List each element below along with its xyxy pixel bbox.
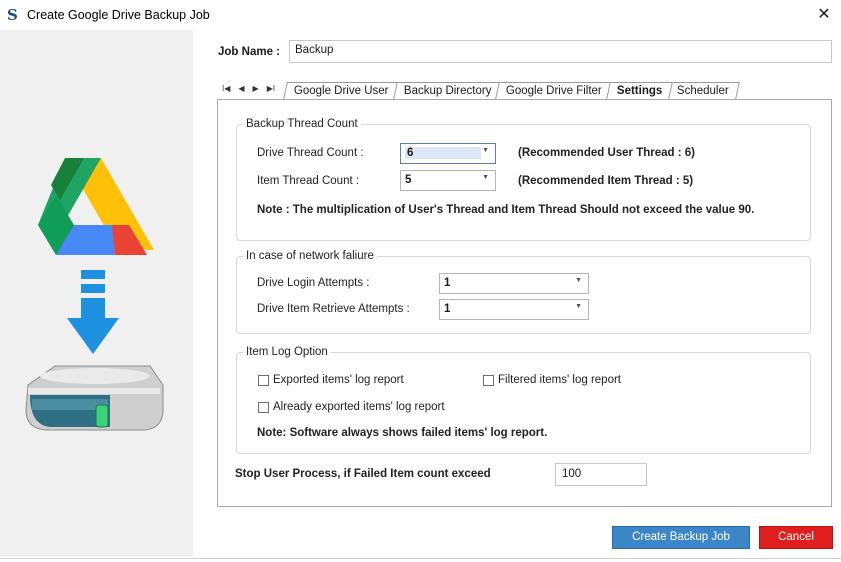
item-log-group: Item Log Option Exported items' log repo… [236,346,811,454]
item-thread-select[interactable]: 5 ▼ [400,170,496,191]
filtered-log-checkbox[interactable]: Filtered items' log report [483,374,621,386]
app-logo-icon: S [7,6,18,24]
retrieve-attempts-select[interactable]: 1 ▼ [439,299,589,320]
thread-note: Note : The multiplication of User's Thre… [257,204,755,216]
retrieve-attempts-label: Drive Item Retrieve Attempts : [257,303,410,315]
log-note: Note: Software always shows failed items… [257,427,548,439]
hard-drive-icon [25,365,164,431]
checkbox-icon[interactable] [483,374,494,386]
stop-process-label: Stop User Process, if Failed Item count … [235,468,491,480]
tab-backup-directory[interactable]: Backup Directory [392,82,502,99]
failed-count-input[interactable]: 100 [555,463,647,486]
backup-illustration [25,158,164,431]
down-arrow-icon [67,270,119,354]
drive-thread-label: Drive Thread Count : [257,147,364,159]
checkbox-icon[interactable] [258,401,269,413]
next-tab-icon[interactable]: ▶ [253,84,259,96]
create-backup-job-button[interactable]: Create Backup Job [612,526,750,549]
job-name-input[interactable]: Backup [289,40,832,63]
tab-bar: Google Drive User Backup Directory Googl… [283,82,741,99]
prev-tab-icon[interactable]: ◀ [238,84,244,96]
first-tab-icon[interactable]: I◀ [222,84,230,96]
chevron-down-icon: ▼ [575,277,582,284]
tab-google-drive-user[interactable]: Google Drive User [283,82,400,99]
recommended-user-thread: (Recommended User Thread : 6) [518,147,696,159]
item-thread-label: Item Thread Count : [257,175,360,187]
login-attempts-select[interactable]: 1 ▼ [439,273,589,294]
drive-thread-select[interactable]: 6 ▼ [400,143,496,164]
google-drive-icon [38,158,154,255]
bottom-divider [0,558,841,559]
title-bar: S Create Google Drive Backup Job ✕ [0,0,841,30]
login-attempts-label: Drive Login Attempts : [257,277,370,289]
network-failure-group: In case of network faliure Drive Login A… [236,250,811,334]
job-name-label: Job Name : [218,46,280,58]
settings-panel: Backup Thread Count Drive Thread Count :… [217,99,832,507]
close-icon[interactable]: ✕ [813,5,835,25]
chevron-down-icon: ▼ [575,303,582,310]
backup-thread-group: Backup Thread Count Drive Thread Count :… [236,118,811,241]
checkbox-icon[interactable] [258,374,269,386]
item-log-legend: Item Log Option [243,346,331,358]
chevron-down-icon: ▼ [482,147,489,154]
tab-scheduler[interactable]: Scheduler [666,82,741,99]
network-failure-legend: In case of network faliure [243,250,377,262]
last-tab-icon[interactable]: ▶I [267,84,275,96]
illustration-panel [0,30,193,557]
cancel-button[interactable]: Cancel [759,526,833,549]
recommended-item-thread: (Recommended Item Thread : 5) [518,175,694,187]
already-exported-log-checkbox[interactable]: Already exported items' log report [258,401,445,413]
exported-log-checkbox[interactable]: Exported items' log report [258,374,404,386]
tab-settings[interactable]: Settings [606,82,674,99]
backup-thread-legend: Backup Thread Count [243,118,361,130]
tab-google-drive-filter[interactable]: Google Drive Filter [495,82,613,99]
chevron-down-icon: ▼ [482,174,489,181]
window-title: Create Google Drive Backup Job [27,8,210,22]
tab-navigation: I◀ ◀ ▶ ▶I [222,84,275,96]
